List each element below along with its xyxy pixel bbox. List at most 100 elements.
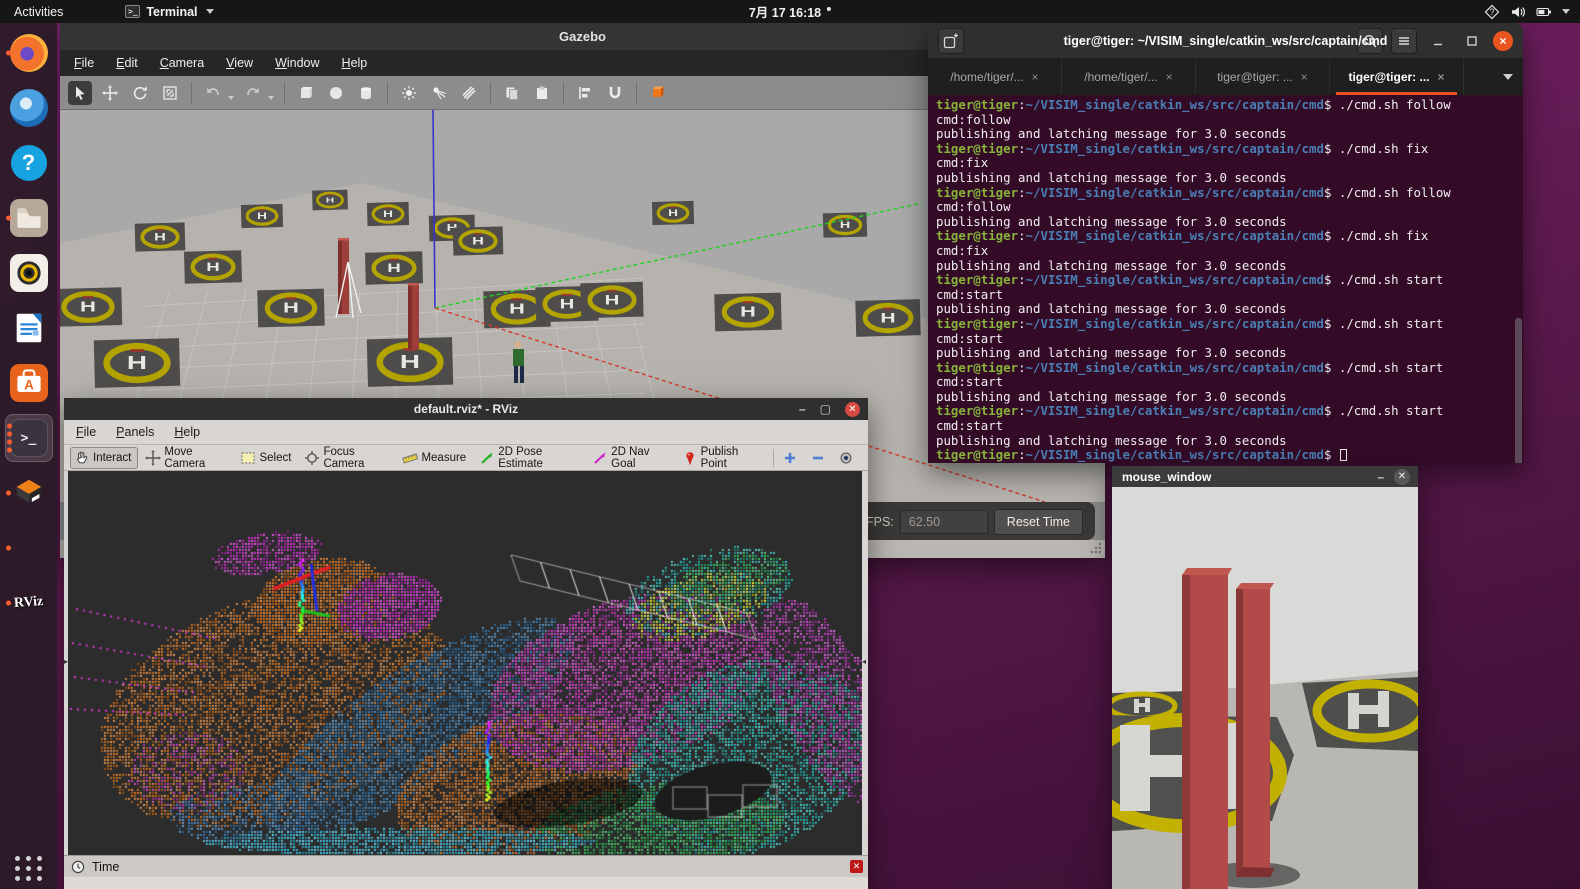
copy-tool-button[interactable]: [500, 81, 524, 105]
dock-item-firefox[interactable]: [5, 29, 53, 77]
show-applications-button[interactable]: [15, 856, 43, 881]
rviz-tool-select[interactable]: Select: [237, 448, 297, 468]
rviz-tool-2d-pose-estimate[interactable]: 2D Pose Estimate: [476, 444, 585, 472]
minimize-button[interactable]: –: [799, 402, 806, 416]
clock-menu[interactable]: 7月 17 16:18: [749, 2, 831, 21]
focused-app-menu[interactable]: >_ Terminal: [125, 5, 213, 19]
close-button[interactable]: [1493, 31, 1513, 51]
rviz-menu-help[interactable]: Help: [174, 425, 200, 439]
tool-label: Focus Camera: [323, 446, 389, 470]
rviz-tool-publish-point[interactable]: Publish Point: [679, 444, 766, 472]
sphere-tool-button[interactable]: [324, 81, 348, 105]
terminal-tab-1[interactable]: /home/tiger/...×: [928, 58, 1062, 95]
terminal-output[interactable]: tiger@tiger:~/VISIM_single/catkin_ws/src…: [928, 95, 1523, 463]
new-tab-button[interactable]: [938, 28, 964, 54]
maximize-button[interactable]: ▢: [820, 402, 831, 416]
left-panel-handle[interactable]: ▸: [64, 471, 68, 855]
directional-light-tool-button[interactable]: [457, 81, 481, 105]
move-tool-button[interactable]: [98, 81, 122, 105]
tab-close-icon[interactable]: ×: [1301, 70, 1308, 84]
rviz-tool-move-camera[interactable]: Move Camera: [142, 444, 233, 472]
rviz-tool-measure[interactable]: Measure: [399, 448, 472, 468]
running-indicator-dots: [7, 424, 12, 453]
scale-tool-button[interactable]: [158, 81, 182, 105]
tool-properties-button[interactable]: [838, 450, 854, 466]
rotate-tool-button[interactable]: [128, 81, 152, 105]
mouse-window-title-bar[interactable]: mouse_window – ✕: [1112, 466, 1418, 487]
terminal-line: publishing and latching message for 3.0 …: [936, 302, 1523, 317]
tab-close-icon[interactable]: ×: [1032, 70, 1039, 84]
point-light-tool-button[interactable]: [397, 81, 421, 105]
rviz-title-bar[interactable]: default.rviz* - RViz – ▢ ✕: [64, 398, 868, 420]
gazebo-menu-help[interactable]: Help: [342, 56, 368, 70]
paste-tool-button[interactable]: [530, 81, 554, 105]
time-panel-close-button[interactable]: ✕: [850, 860, 863, 873]
redo-tool-button[interactable]: [241, 81, 265, 105]
spot-light-tool-button[interactable]: [427, 81, 451, 105]
activities-button[interactable]: Activities: [0, 0, 77, 23]
hand-icon: [74, 450, 90, 466]
dock-item-thunderbird[interactable]: [5, 84, 53, 132]
battery-icon: [1536, 4, 1552, 20]
gazebo-menu-edit[interactable]: Edit: [116, 56, 138, 70]
gazebo-menu-file[interactable]: File: [74, 56, 94, 70]
terminal-tab-2[interactable]: /home/tiger/...×: [1062, 58, 1196, 95]
rviz-tool-2d-nav-goal[interactable]: 2D Nav Goal: [589, 444, 674, 472]
dock-item-unknown-app[interactable]: [5, 524, 53, 572]
maximize-button[interactable]: [1459, 28, 1485, 54]
dock-item-ubuntu-software[interactable]: A: [5, 359, 53, 407]
rviz-menu-file[interactable]: File: [76, 425, 96, 439]
terminal-tab-3[interactable]: tiger@tiger: ...×: [1196, 58, 1330, 95]
rviz-menu-panels[interactable]: Panels: [116, 425, 154, 439]
scrollbar-thumb[interactable]: [1515, 318, 1522, 463]
dropdown-caret-icon[interactable]: [268, 96, 274, 100]
terminal-line: tiger@tiger:~/VISIM_single/catkin_ws/src…: [936, 404, 1523, 419]
add-tool-button[interactable]: [782, 450, 798, 466]
select-tool-button[interactable]: [68, 81, 92, 105]
dropdown-caret-icon[interactable]: [228, 96, 234, 100]
terminal-line: tiger@tiger:~/VISIM_single/catkin_ws/src…: [936, 317, 1523, 332]
chevron-down-icon: [206, 9, 214, 14]
gazebo-menu-view[interactable]: View: [226, 56, 253, 70]
dock-item-libreoffice-writer[interactable]: [5, 304, 53, 352]
dock-item-gazebo[interactable]: [5, 469, 53, 517]
tab-list-dropdown[interactable]: [1493, 58, 1523, 95]
tab-close-icon[interactable]: ×: [1166, 70, 1173, 84]
tool-label: 2D Nav Goal: [611, 446, 668, 470]
box-tool-button[interactable]: [294, 81, 318, 105]
dock-item-files[interactable]: [5, 194, 53, 242]
view-cube-tool-button[interactable]: [646, 81, 670, 105]
time-panel-header[interactable]: Time ✕: [64, 855, 868, 877]
cylinder-tool-button[interactable]: [354, 81, 378, 105]
remove-tool-button[interactable]: [810, 450, 826, 466]
close-button[interactable]: ✕: [1394, 469, 1410, 485]
terminal-tab-4[interactable]: tiger@tiger: ...×: [1330, 58, 1464, 95]
minimize-button[interactable]: [1425, 28, 1451, 54]
resize-grip[interactable]: [1089, 543, 1101, 555]
right-panel-handle[interactable]: ◂: [862, 471, 868, 855]
focused-app-label: Terminal: [146, 5, 197, 19]
system-tray[interactable]: ?: [1484, 4, 1580, 20]
dock-item-rviz[interactable]: RViz: [5, 579, 53, 627]
dock-item-rhythmbox[interactable]: [5, 249, 53, 297]
dock-item-help[interactable]: ?: [5, 139, 53, 187]
hamburger-menu-button[interactable]: [1391, 28, 1417, 54]
mouse-window-viewport[interactable]: [1112, 487, 1418, 889]
dock-item-terminal[interactable]: >_: [5, 414, 53, 462]
rviz-tool-interact[interactable]: Interact: [70, 447, 138, 469]
running-indicator-dots: [6, 51, 11, 56]
terminal-header[interactable]: tiger@tiger: ~/VISIM_single/catkin_ws/sr…: [928, 23, 1523, 58]
rviz-tool-focus-camera[interactable]: Focus Camera: [301, 444, 395, 472]
gazebo-menu-camera[interactable]: Camera: [160, 56, 204, 70]
snap-tool-button[interactable]: [603, 81, 627, 105]
minimize-button[interactable]: –: [1377, 470, 1384, 484]
rviz-3d-viewport[interactable]: [68, 471, 862, 855]
align-tool-button[interactable]: [573, 81, 597, 105]
gazebo-menu-window[interactable]: Window: [275, 56, 319, 70]
undo-tool-button[interactable]: [201, 81, 225, 105]
tab-close-icon[interactable]: ×: [1438, 70, 1445, 84]
mouse-window-title: mouse_window: [1122, 470, 1211, 484]
terminal-line: cmd:fix: [936, 156, 1523, 171]
reset-time-button[interactable]: Reset Time: [994, 509, 1083, 535]
close-button[interactable]: ✕: [845, 402, 860, 417]
